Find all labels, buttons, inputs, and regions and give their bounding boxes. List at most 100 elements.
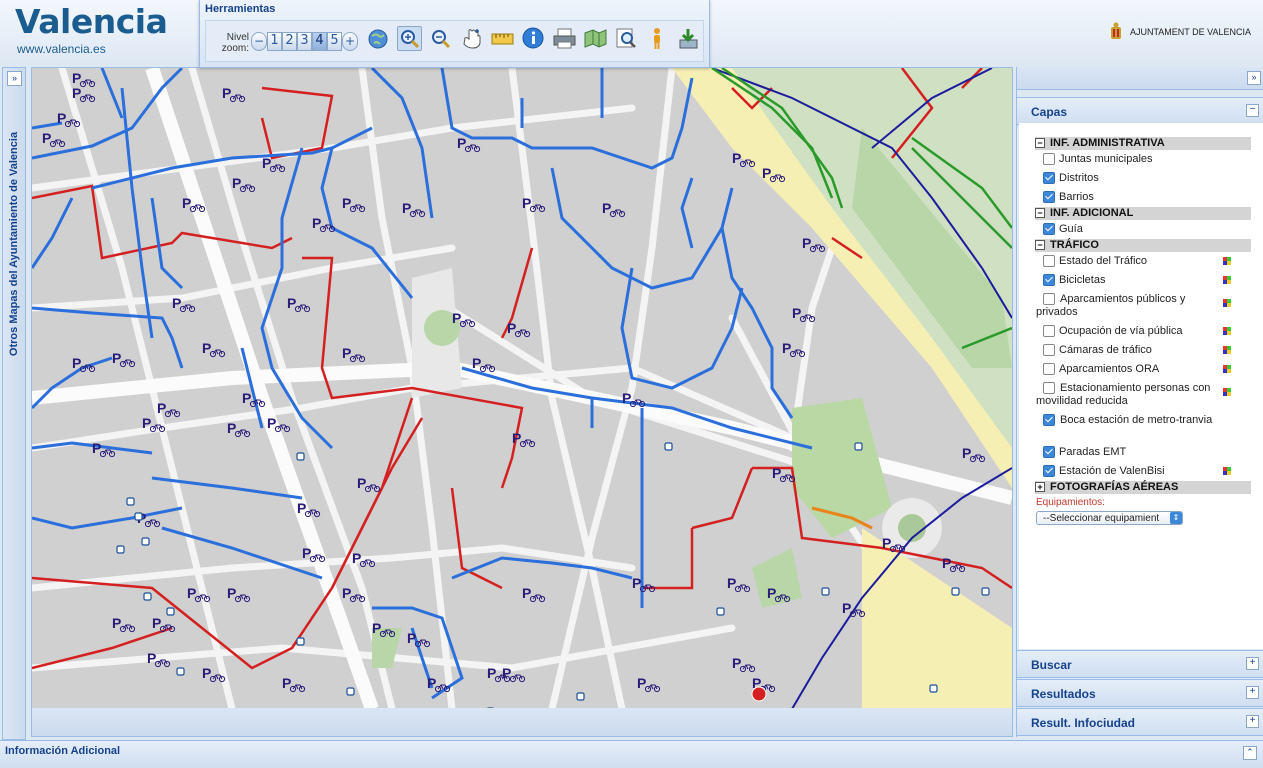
checkbox[interactable] bbox=[1043, 172, 1055, 184]
bus-stop-icon[interactable] bbox=[143, 592, 152, 601]
bus-stop-icon[interactable] bbox=[134, 512, 143, 521]
zoom-level-1-button[interactable]: 1 bbox=[267, 32, 282, 51]
buscar-toggle[interactable]: + bbox=[1246, 657, 1259, 670]
council-logo[interactable]: AJUNTAMENT DE VALENCIA bbox=[1107, 22, 1251, 42]
checkbox[interactable] bbox=[1043, 191, 1055, 203]
additional-info-bar[interactable]: Información Adicional ⌃ bbox=[0, 740, 1263, 768]
right-panel: » Capas − − INF. ADMINISTRATIVA Juntas m… bbox=[1016, 67, 1263, 737]
download-button[interactable] bbox=[676, 26, 701, 51]
map-status-bar bbox=[31, 708, 1013, 737]
zoom-level-4-button[interactable]: 4 bbox=[312, 32, 327, 51]
tools-body: Nivel zoom: − 1 2 3 4 5 + bbox=[205, 20, 704, 62]
group-inf-administrativa[interactable]: − INF. ADMINISTRATIVA bbox=[1035, 137, 1251, 150]
checkbox[interactable] bbox=[1043, 446, 1055, 458]
checkbox[interactable] bbox=[1043, 363, 1055, 375]
legend-icon bbox=[1223, 276, 1231, 284]
bus-stop-icon[interactable] bbox=[929, 684, 938, 693]
search-area-button[interactable] bbox=[614, 26, 639, 51]
person-icon bbox=[654, 28, 660, 49]
expand-sidebar-button[interactable]: » bbox=[7, 71, 22, 86]
globe-button[interactable] bbox=[366, 26, 391, 51]
equipamientos-label: Equipamientos: bbox=[1036, 497, 1105, 508]
overview-map-icon bbox=[584, 29, 607, 48]
equipamientos-select[interactable]: --Seleccionar equipamient ⇕ bbox=[1036, 511, 1183, 525]
street-view-button[interactable] bbox=[645, 26, 670, 51]
checkbox[interactable] bbox=[1043, 344, 1055, 356]
zoom-in-button[interactable] bbox=[397, 26, 422, 51]
globe-icon bbox=[368, 29, 388, 49]
site-url-link[interactable]: www.valencia.es bbox=[17, 42, 106, 56]
expand-up-icon[interactable]: ⌃ bbox=[1243, 746, 1257, 760]
checkbox[interactable] bbox=[1043, 325, 1055, 337]
site-title[interactable]: Valencia bbox=[15, 2, 168, 41]
group-fotografias-aereas[interactable]: + FOTOGRAFÍAS AÉREAS bbox=[1035, 481, 1251, 494]
collapse-right-panel-button[interactable]: » bbox=[1247, 71, 1261, 85]
zoom-plus-button[interactable]: + bbox=[342, 32, 358, 51]
measure-button[interactable] bbox=[490, 26, 515, 51]
bus-stop-icon[interactable] bbox=[854, 442, 863, 451]
group-inf-adicional[interactable]: − INF. ADICIONAL bbox=[1035, 207, 1251, 220]
capas-toggle[interactable]: − bbox=[1246, 104, 1259, 117]
download-icon bbox=[679, 29, 698, 49]
bus-stop-icon[interactable] bbox=[126, 497, 135, 506]
tools-panel: Herramientas Nivel zoom: − 1 2 3 4 5 + bbox=[199, 0, 710, 68]
zoom-label: Nivel zoom: bbox=[221, 32, 249, 54]
bus-stop-icon[interactable] bbox=[716, 607, 725, 616]
capas-header[interactable]: Capas − bbox=[1017, 97, 1263, 125]
infociudad-toggle[interactable]: + bbox=[1246, 715, 1259, 728]
overview-map-button[interactable] bbox=[583, 26, 608, 51]
group-trafico[interactable]: − TRÁFICO bbox=[1035, 239, 1251, 252]
zoom-in-icon bbox=[401, 30, 420, 49]
checkbox[interactable] bbox=[1043, 223, 1055, 235]
other-maps-label: Otros Mapas del Ayuntamiento de Valencia bbox=[8, 131, 20, 357]
bus-stop-icon[interactable] bbox=[141, 537, 150, 546]
print-button[interactable] bbox=[552, 26, 577, 51]
council-seal-icon bbox=[1110, 22, 1121, 39]
legend-icon bbox=[1223, 346, 1231, 354]
checkbox[interactable] bbox=[1043, 153, 1055, 165]
bus-stop-icon[interactable] bbox=[166, 607, 175, 616]
resultados-toggle[interactable]: + bbox=[1246, 686, 1259, 699]
buscar-header[interactable]: Buscar + bbox=[1017, 650, 1263, 678]
layers-list: − INF. ADMINISTRATIVA Juntas municipales… bbox=[1019, 123, 1263, 649]
capas-title: Capas bbox=[1031, 105, 1068, 119]
bus-stop-icon[interactable] bbox=[116, 545, 125, 554]
pan-hand-icon bbox=[463, 29, 481, 49]
map-canvas[interactable]: PPPPPPP P P P PPPPPPPPPP PPPPPP PPPPP P PPPPPPP P… bbox=[32, 68, 1012, 709]
checkbox[interactable] bbox=[1043, 274, 1055, 286]
bus-stop-icon[interactable] bbox=[296, 452, 305, 461]
council-name: AJUNTAMENT DE VALENCIA bbox=[1129, 27, 1251, 37]
zoom-out-button[interactable] bbox=[428, 26, 453, 51]
group-toggle[interactable]: − bbox=[1035, 138, 1045, 148]
right-panel-header: » bbox=[1017, 67, 1263, 90]
bus-stop-icon[interactable] bbox=[664, 442, 673, 451]
info-icon bbox=[522, 27, 544, 49]
additional-info-title: Información Adicional bbox=[5, 745, 121, 757]
bus-stop-icon[interactable] bbox=[576, 692, 585, 701]
bus-stop-icon[interactable] bbox=[821, 587, 830, 596]
bus-stop-icon[interactable] bbox=[346, 687, 355, 696]
checkbox[interactable] bbox=[1043, 255, 1055, 267]
info-button[interactable] bbox=[521, 26, 546, 51]
bus-stop-icon[interactable] bbox=[296, 637, 305, 646]
map-viewport[interactable]: PPPPPPPPPPPPPPPPPPPPPPPPPPPPPPPPPPPPPPPP… bbox=[31, 67, 1013, 710]
legend-icon bbox=[1223, 327, 1231, 335]
legend-icon bbox=[1223, 467, 1231, 475]
bus-stop-icon[interactable] bbox=[981, 587, 990, 596]
zoom-level-5-button[interactable]: 5 bbox=[327, 32, 342, 51]
zoom-level-2-button[interactable]: 2 bbox=[282, 32, 297, 51]
resultados-header[interactable]: Resultados + bbox=[1017, 679, 1263, 707]
bus-stop-icon[interactable] bbox=[176, 667, 185, 676]
zoom-minus-button[interactable]: − bbox=[251, 32, 267, 51]
search-area-icon bbox=[616, 28, 636, 48]
infociudad-header[interactable]: Result. Infociudad + bbox=[1017, 708, 1263, 736]
legend-icon bbox=[1223, 257, 1231, 265]
zoom-out-icon bbox=[432, 30, 451, 49]
other-maps-label-wrap: Otros Mapas del Ayuntamiento de Valencia bbox=[6, 98, 22, 398]
other-maps-sidebar[interactable]: » Otros Mapas del Ayuntamiento de Valenc… bbox=[2, 67, 26, 740]
checkbox[interactable] bbox=[1043, 465, 1055, 477]
pan-button[interactable] bbox=[459, 26, 484, 51]
bus-stop-icon[interactable] bbox=[951, 587, 960, 596]
metro-station-icon[interactable] bbox=[751, 686, 767, 702]
zoom-level-3-button[interactable]: 3 bbox=[297, 32, 312, 51]
